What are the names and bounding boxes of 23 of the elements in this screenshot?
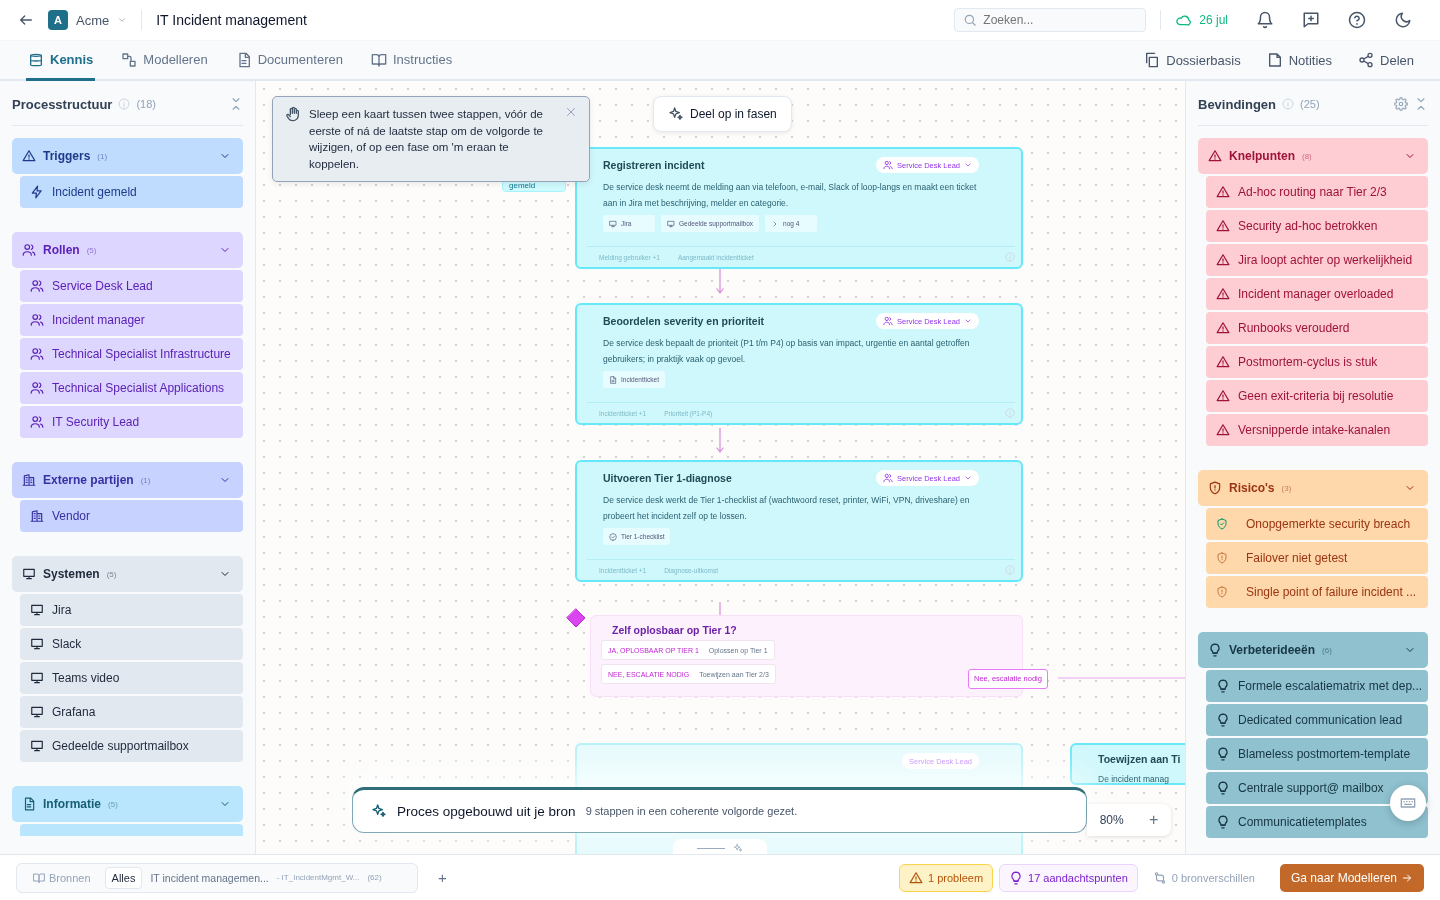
banner-text: 9 stappen in een coherente volgorde gezet. xyxy=(585,805,798,817)
step-description: De service desk werkt de Tier 1-checklist af (wachtwoord reset, printer, WiFi, VPN, driveshare) en probeert het incident zelf op te lossen. xyxy=(603,494,971,523)
org-logo: A xyxy=(48,10,68,30)
count-label: (18) xyxy=(136,98,156,110)
banner-title: Proces opgebouwd uit je bron xyxy=(397,803,576,819)
step-title: Uitvoeren Tier 1-diagnose xyxy=(603,472,732,484)
step-title: Registreren incident xyxy=(603,159,705,171)
zoom-level: 80% xyxy=(1099,813,1124,827)
step-description: De service desk bepaalt de prioriteit (P1 t/m P4) op basis van impact, urgentie en aantal getroffen gebruikers; in praktijk vaak op gevoel. xyxy=(603,337,971,366)
page-title: IT Incident management xyxy=(156,12,307,28)
count-label: (25) xyxy=(1300,98,1320,110)
hint-text: Sleep een kaart tussen twee stappen, vóór de eerste of ná de laatste stap om de volgorde te wijzigen, of op een fase om 'm eraan te koppelen. xyxy=(309,107,544,172)
step-title: Beoordelen severity en prioriteit xyxy=(603,315,765,327)
panel-title: Bevindingen xyxy=(1198,96,1276,112)
step-description: De incident manag xyxy=(1098,773,1170,786)
source-name: IT incident managemen... xyxy=(150,871,269,884)
panel-title: Processtructuur xyxy=(12,96,113,112)
step-title: Toewijzen aan Ti xyxy=(1098,753,1182,765)
file-name: - IT_IncidentMgmt_W... xyxy=(276,873,360,882)
step-description: De service desk neemt de melding aan via telefoon, e-mail, Slack of loop-langs en maakt een ticket aan in Jira met beschrijving, melder en categorie. xyxy=(603,181,978,210)
decision-title: Zelf oplosbaar op Tier 1? xyxy=(612,624,737,636)
sync-date: 26 jul xyxy=(1199,13,1228,27)
file-count: (62) xyxy=(367,873,382,882)
